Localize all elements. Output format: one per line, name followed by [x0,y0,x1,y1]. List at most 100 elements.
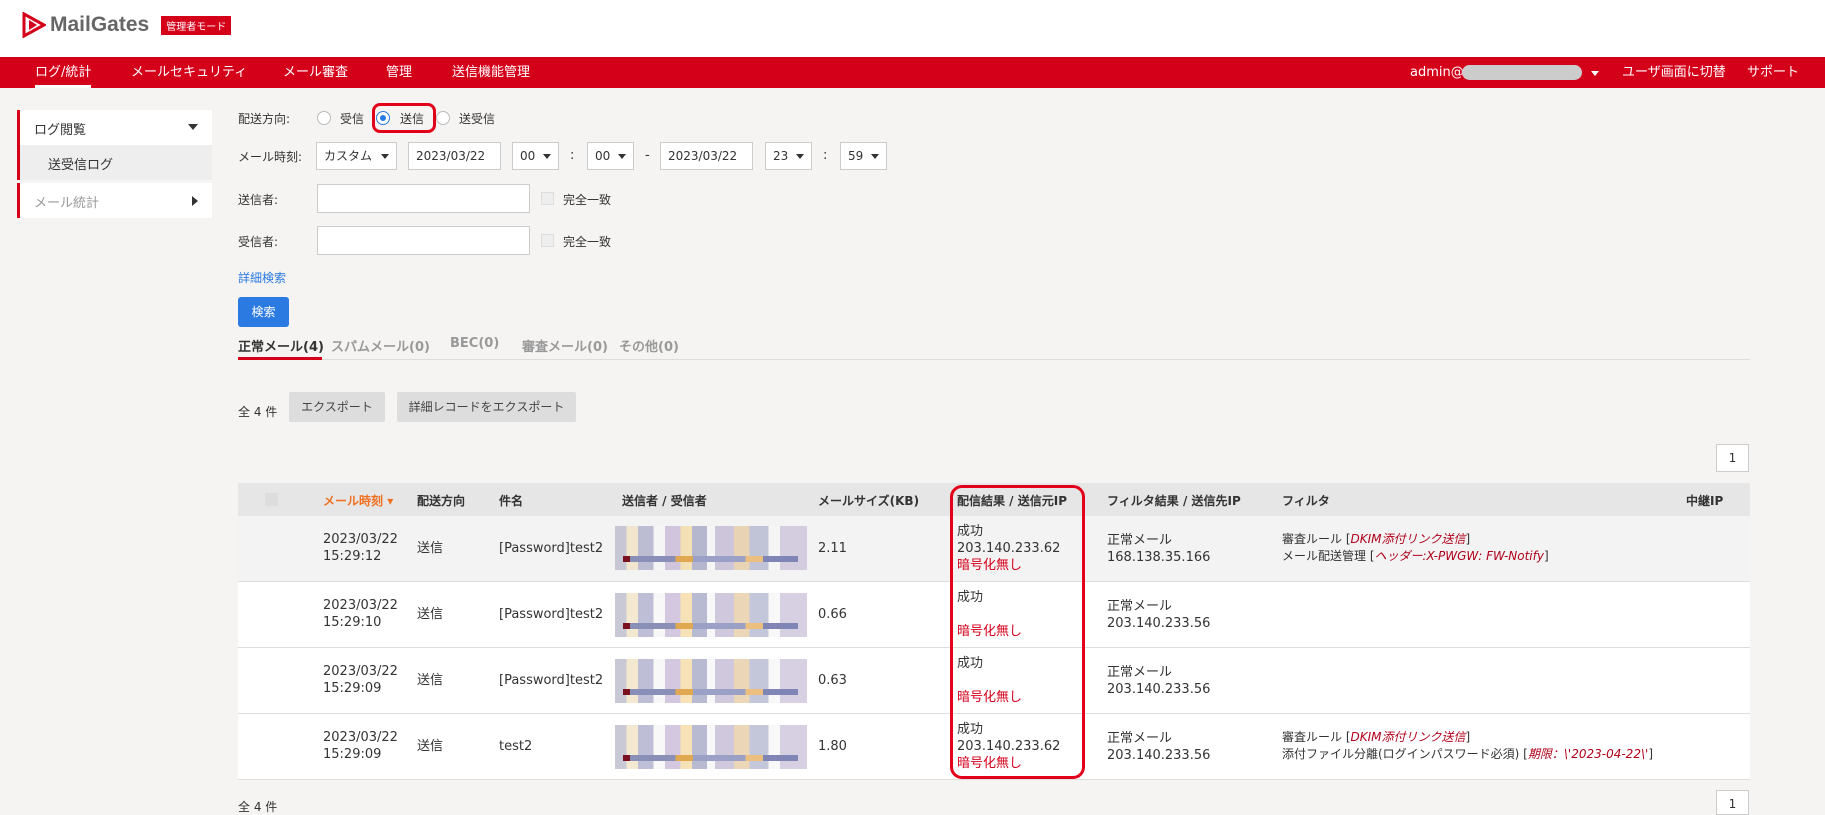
logo[interactable]: MailGates 管理者モード [22,12,232,38]
row-direction: 送信 [417,739,444,754]
tab-review-mail[interactable]: 審査メール(0) [522,336,608,355]
sender-input[interactable] [317,184,530,213]
radio-send[interactable] [376,111,390,125]
radio-both[interactable] [436,111,450,125]
header-time[interactable]: メール時刻 ▾ [323,492,393,509]
export-detail-button[interactable]: 詳細レコードをエクスポート [397,392,576,422]
sender-exact-match-label: 完全一致 [563,193,612,207]
row-direction: 送信 [417,541,444,556]
redacted-recipient [623,689,798,695]
header-subject: 件名 [499,494,524,508]
row-subject[interactable]: [Password]test2 [499,672,603,689]
redacted-recipient [623,755,798,761]
row-datetime: 2023/03/22 15:29:12 [323,532,398,564]
redacted-recipient [623,623,798,629]
row-subject[interactable]: [Password]test2 [499,540,603,557]
from-hour-select[interactable]: 00 [512,142,559,170]
row-size: 1.80 [818,739,847,754]
to-hour-select[interactable]: 23 [765,142,812,170]
radio-receive[interactable] [317,111,331,125]
time-separator: : [823,148,828,163]
row-direction: 送信 [417,673,444,688]
redacted-sender-recipient [615,725,807,769]
advanced-search-link[interactable]: 詳細検索 [238,269,286,286]
tab-normal-mail[interactable]: 正常メール(4) [238,336,324,355]
tab-bec[interactable]: BEC(0) [450,336,499,351]
row-size: 2.11 [818,541,847,556]
highlight-delivery-column [950,485,1085,779]
search-button[interactable]: 検索 [238,297,289,327]
sidebar-group-label: ログ閲覧 [34,123,87,138]
select-all-checkbox[interactable] [265,493,278,506]
header-filter: フィルタ [1282,494,1330,508]
nav-admin[interactable]: 管理 [386,57,412,88]
support-link[interactable]: サポート [1747,57,1799,88]
chevron-down-icon [188,124,198,130]
redacted-domain [1462,65,1582,80]
nav-mail-security[interactable]: メールセキュリティ [131,57,247,88]
radio-both-label: 送受信 [459,112,496,126]
sidebar: ログ閲覧 送受信ログ メール統計 [17,110,212,218]
row-subject[interactable]: [Password]test2 [499,606,603,623]
row-filter-result: 正常メール 203.140.233.56 [1107,599,1211,631]
nav-send-function[interactable]: 送信機能管理 [452,57,530,88]
row-datetime: 2023/03/22 15:29:09 [323,664,398,696]
tab-other[interactable]: その他(0) [619,336,679,355]
chevron-right-icon [192,196,198,206]
chevron-down-icon[interactable] [1591,71,1599,76]
footer-result-count: 全 4 件 [238,800,278,814]
radio-receive-label: 受信 [340,112,365,126]
export-button[interactable]: エクスポート [289,392,385,422]
nav-log-stats[interactable]: ログ/統計 [35,57,92,88]
redacted-recipient [623,556,798,562]
recipient-input[interactable] [317,226,530,255]
row-datetime: 2023/03/22 15:29:09 [323,730,398,762]
range-dash: - [645,148,650,163]
page-button[interactable]: 1 [1716,444,1749,472]
top-header: MailGates 管理者モード [0,0,1825,57]
recipient-label: 受信者: [238,235,279,249]
nav-mail-review[interactable]: メール審査 [283,57,348,88]
tab-active-underline [238,357,322,360]
sidebar-item-send-receive-log[interactable]: 送受信ログ [17,145,212,180]
row-filter: 審査ルール [DKIM添付リンク送信] メール配送管理 [ヘッダー:X-PWGW… [1282,532,1549,563]
redacted-sender-recipient [615,526,807,570]
time-mode-select[interactable]: カスタム [316,142,397,170]
tab-divider [238,359,1750,360]
mailgates-logo-icon [22,12,46,38]
row-filter: 審査ルール [DKIM添付リンク送信] 添付ファイル分離(ログインパスワード必須… [1282,730,1653,761]
to-date-input[interactable]: 2023/03/22 [660,142,753,170]
header-filter-result: フィルタ結果 / 送信先IP [1107,494,1241,508]
switch-user-view-link[interactable]: ユーザ画面に切替 [1622,57,1726,88]
to-minute-select[interactable]: 59 [840,142,887,170]
user-menu[interactable]: admin@ [1410,57,1464,88]
row-direction: 送信 [417,607,444,622]
direction-label: 配送方向: [238,112,291,126]
tab-spam-mail[interactable]: スパムメール(0) [331,336,430,355]
row-filter-result: 正常メール 168.138.35.166 [1107,533,1211,565]
recipient-exact-match-checkbox[interactable] [541,234,554,247]
time-separator: : [570,148,575,163]
result-count: 全 4 件 [238,405,278,419]
row-subject[interactable]: test2 [499,738,532,755]
from-date-input[interactable]: 2023/03/22 [408,142,501,170]
sidebar-group-label: メール統計 [34,196,100,211]
sender-exact-match-checkbox[interactable] [541,192,554,205]
header-size: メールサイズ(KB) [818,494,920,508]
admin-mode-badge: 管理者モード [161,15,232,35]
header-sender-recipient: 送信者 / 受信者 [622,494,707,508]
sidebar-group-mail-stats[interactable]: メール統計 [17,183,212,218]
user-name: admin@ [1410,65,1464,80]
sidebar-group-log-view[interactable]: ログ閲覧 [17,110,212,145]
redacted-sender-recipient [615,659,807,703]
header-relay-ip: 中継IP [1686,494,1724,508]
redacted-sender-recipient [615,593,807,637]
time-label: メール時刻: [238,150,303,164]
row-filter-result: 正常メール 203.140.233.56 [1107,731,1211,763]
header-direction: 配送方向 [417,494,466,508]
row-filter-result: 正常メール 203.140.233.56 [1107,665,1211,697]
row-size: 0.66 [818,607,847,622]
footer-page-button[interactable]: 1 [1716,790,1749,815]
from-minute-select[interactable]: 00 [587,142,634,170]
radio-send-label: 送信 [400,112,425,126]
